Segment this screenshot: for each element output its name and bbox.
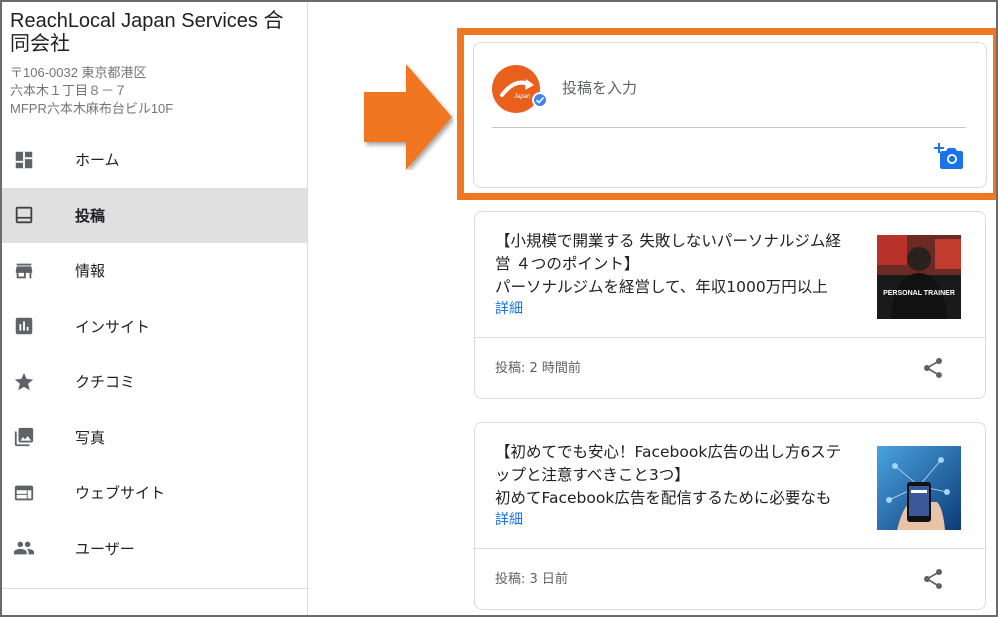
screenshot-frame: ReachLocal Japan Services 合同会社 〒106-0032… bbox=[0, 0, 998, 617]
address-line: MFPR六本木麻布台ビル10F bbox=[10, 101, 174, 116]
share-button[interactable] bbox=[919, 565, 947, 593]
post-details-link[interactable]: 詳細 bbox=[495, 510, 523, 530]
add-photo-icon[interactable] bbox=[934, 141, 966, 171]
avatar-text: Japan bbox=[514, 94, 531, 100]
post-divider bbox=[475, 337, 985, 338]
users-icon bbox=[12, 536, 36, 560]
post-divider bbox=[475, 548, 985, 549]
sidebar-nav: ホーム 投稿 情報 インサイト クチコミ 写真 ウェブサイト ユーザー bbox=[2, 132, 307, 576]
sidebar-item-users[interactable]: ユーザー bbox=[2, 521, 307, 577]
annotation-arrow-icon bbox=[364, 64, 452, 170]
sidebar-item-label: 写真 bbox=[75, 428, 106, 447]
share-icon bbox=[924, 569, 942, 589]
website-icon bbox=[12, 481, 36, 505]
sidebar-item-label: インサイト bbox=[75, 317, 151, 336]
verified-badge-icon bbox=[532, 92, 548, 108]
sidebar-item-insights[interactable]: インサイト bbox=[2, 299, 307, 355]
post-body: パーソナルジムを経営して、年収1000万円以上 bbox=[495, 278, 828, 296]
compose-divider bbox=[492, 127, 966, 128]
sidebar-item-home[interactable]: ホーム bbox=[2, 132, 307, 188]
sidebar-divider bbox=[2, 588, 307, 589]
address-line: 〒106-0032 東京都港区 bbox=[10, 65, 147, 80]
post-title: 【小規模で開業する 失敗しないパーソナルジム経営 ４つのポイント】 bbox=[495, 232, 841, 273]
photo-icon bbox=[12, 425, 36, 449]
sidebar-item-label: 投稿 bbox=[75, 206, 106, 225]
compose-post-input[interactable] bbox=[562, 77, 942, 99]
posts-icon bbox=[12, 203, 36, 227]
sidebar-item-label: ホーム bbox=[75, 151, 120, 170]
dashboard-icon bbox=[12, 148, 36, 172]
sidebar-item-label: 情報 bbox=[75, 262, 106, 281]
sidebar-item-photos[interactable]: 写真 bbox=[2, 410, 307, 466]
brand-logo-icon bbox=[500, 79, 534, 97]
business-name: ReachLocal Japan Services 合同会社 bbox=[10, 10, 284, 55]
post-details-link[interactable]: 詳細 bbox=[495, 299, 523, 319]
sidebar-item-label: クチコミ bbox=[75, 373, 136, 392]
thumbnail-text: PERSONAL TRAINER bbox=[883, 290, 955, 297]
sidebar-item-label: ユーザー bbox=[75, 539, 135, 558]
sidebar-item-info[interactable]: 情報 bbox=[2, 243, 307, 299]
address-line: 六本木１丁目８－７ bbox=[10, 83, 128, 98]
sidebar-item-posts[interactable]: 投稿 bbox=[2, 187, 307, 243]
post-thumbnail bbox=[877, 446, 961, 530]
avatar: Japan bbox=[492, 65, 540, 113]
storefront-icon bbox=[12, 259, 36, 283]
post-body: 初めてFacebook広告を配信するために必要なも bbox=[495, 489, 832, 507]
share-icon bbox=[924, 358, 942, 378]
post-thumbnail: PERSONAL TRAINER bbox=[877, 235, 961, 319]
post-card: 【初めてでも安心！Facebook広告の出し方6ステップと注意すべきこと3つ】 … bbox=[474, 422, 986, 610]
sidebar-item-label: ウェブサイト bbox=[75, 484, 166, 503]
insights-icon bbox=[12, 314, 36, 338]
sidebar-item-website[interactable]: ウェブサイト bbox=[2, 465, 307, 521]
star-icon bbox=[12, 370, 36, 394]
post-timestamp: 投稿: 3 日前 bbox=[495, 572, 568, 587]
sidebar-item-reviews[interactable]: クチコミ bbox=[2, 354, 307, 410]
post-timestamp: 投稿: 2 時間前 bbox=[495, 361, 581, 376]
post-title: 【初めてでも安心！Facebook広告の出し方6ステップと注意すべきこと3つ】 bbox=[495, 443, 842, 484]
compose-post-card: Japan bbox=[473, 42, 987, 188]
post-card: 【小規模で開業する 失敗しないパーソナルジム経営 ４つのポイント】 パーソナルジ… bbox=[474, 211, 986, 399]
sidebar: ReachLocal Japan Services 合同会社 〒106-0032… bbox=[2, 2, 308, 615]
share-button[interactable] bbox=[919, 354, 947, 382]
business-address: 〒106-0032 東京都港区 六本木１丁目８－７ MFPR六本木麻布台ビル10… bbox=[10, 64, 302, 118]
